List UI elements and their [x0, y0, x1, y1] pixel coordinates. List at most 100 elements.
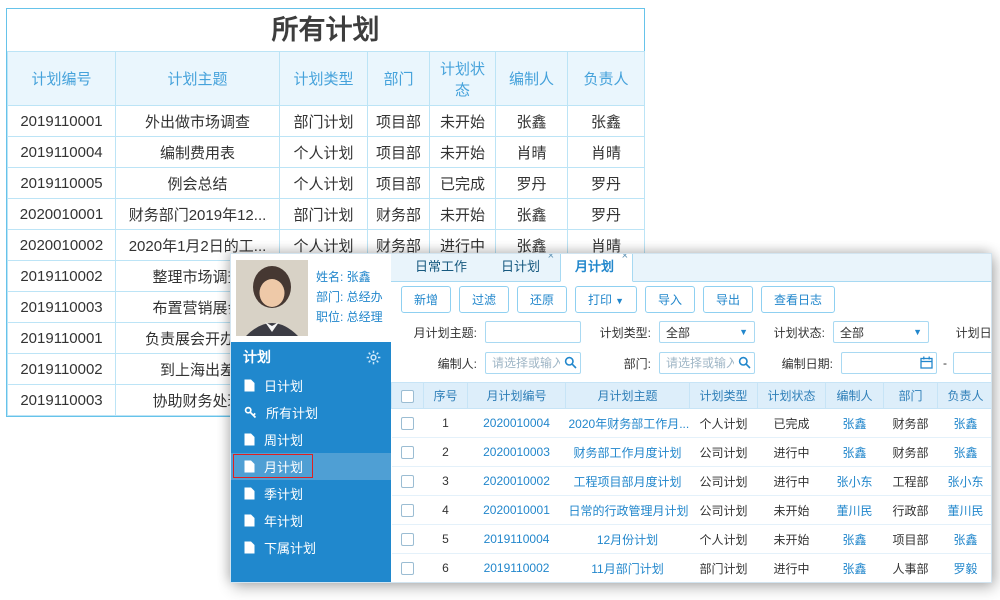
plan-table-cell: 1: [423, 408, 468, 438]
bg-table-cell: 2019110003: [7, 384, 116, 416]
plan-table-link-cell[interactable]: 11月部门计划: [565, 553, 690, 582]
plan-table-link-cell[interactable]: 2019110004: [467, 524, 566, 554]
plan-table-link-cell[interactable]: 工程项目部月度计划: [565, 466, 690, 496]
plan-table-link-cell[interactable]: 财务部工作月度计划: [565, 437, 690, 467]
calendar-icon[interactable]: [920, 356, 933, 369]
plan-table-cell: 部门计划: [689, 553, 758, 582]
plan-column-header: 月计划编号: [467, 382, 566, 409]
row-checkbox[interactable]: [401, 446, 414, 460]
bg-column-header: 计划状态: [429, 51, 496, 106]
search-icon[interactable]: [738, 356, 751, 369]
plan-table-link-cell[interactable]: 张鑫: [825, 408, 884, 438]
plan-table-link-cell[interactable]: 12月份计划: [565, 524, 690, 554]
gear-icon[interactable]: [366, 350, 381, 365]
bg-table-cell: 未开始: [429, 198, 496, 230]
bg-table-cell: 部门计划: [279, 105, 368, 137]
plan-table-link-cell[interactable]: 2019110002: [467, 553, 566, 582]
chevron-down-icon: ▼: [913, 327, 922, 337]
plan-column-header: 计划类型: [689, 382, 758, 409]
chevron-down-icon: ▼: [739, 327, 748, 337]
filter-panel: 月计划主题: 计划类型: 全部 ▼ 计划状态: 全部 ▼ 计划日期:: [391, 316, 991, 382]
row-checkbox[interactable]: [401, 475, 414, 489]
row-checkbox[interactable]: [401, 533, 414, 547]
sidebar-item[interactable]: 周计划: [231, 426, 391, 453]
bg-table-cell: 罗丹: [567, 198, 645, 230]
plan-table-link-cell[interactable]: 2020010003: [467, 437, 566, 467]
plan-table-link-cell[interactable]: 张鑫: [825, 524, 884, 554]
plan-table-link-cell[interactable]: 张小东: [825, 466, 884, 496]
plan-table-row: 4 2020010001 日常的行政管理月计划 公司计划 未开始 董川民 行政部 董川民: [391, 495, 991, 525]
select-all-checkbox[interactable]: [401, 389, 414, 403]
toolbar-button[interactable]: 过滤: [459, 285, 510, 313]
search-icon[interactable]: [564, 356, 577, 369]
plan-column-header: 序号: [423, 382, 468, 409]
sidebar: 计划 日计划 所有计划 周计划月计划季计划年计划下属计划: [231, 342, 391, 582]
sidebar-item[interactable]: 日计划: [231, 372, 391, 399]
bg-table-cell: 2019110003: [7, 291, 116, 323]
plan-table-link-cell[interactable]: 董川民: [825, 495, 884, 525]
plan-table-cell: 进行中: [757, 466, 826, 496]
bg-table-cell: 未开始: [429, 136, 496, 168]
sidebar-item[interactable]: 所有计划: [231, 399, 391, 426]
plan-table-link-cell[interactable]: 张小东: [937, 466, 991, 496]
row-checkbox[interactable]: [401, 417, 414, 431]
right-panel: 日常工作 日计划 × 月计划 × 新增 过滤 还原 打印 ▼ 导入 导出 查看日志 月计划主题: 计划…: [391, 254, 991, 582]
sidebar-item[interactable]: 年计划: [231, 507, 391, 534]
plan-table-link-cell[interactable]: 张鑫: [937, 437, 991, 467]
bg-column-header: 部门: [367, 51, 430, 106]
filter-row-1: 月计划主题: 计划类型: 全部 ▼ 计划状态: 全部 ▼ 计划日期:: [401, 320, 991, 344]
plan-table-link-cell[interactable]: 日常的行政管理月计划: [565, 495, 690, 525]
plan-table-link-cell[interactable]: 2020年财务部工作月...: [565, 408, 690, 438]
sidebar-item[interactable]: 季计划: [231, 480, 391, 507]
type-filter-select[interactable]: 全部 ▼: [659, 321, 755, 343]
toolbar-button[interactable]: 还原: [517, 285, 568, 313]
sidebar-title: 计划: [243, 349, 271, 365]
tab[interactable]: 日常工作: [401, 254, 485, 281]
tab-label: 月计划: [575, 259, 615, 274]
file-icon: [244, 460, 255, 473]
bg-table-cell: 2019110002: [7, 353, 116, 385]
sidebar-item[interactable]: 下属计划: [231, 534, 391, 561]
checkbox-cell: [391, 408, 424, 438]
plan-table-cell: 6: [423, 553, 468, 582]
plan-table-cell: 3: [423, 466, 468, 496]
compile-date-end-input[interactable]: [953, 352, 991, 374]
bg-table-cell: 2019110005: [7, 167, 116, 199]
toolbar-button[interactable]: 导入: [644, 285, 695, 313]
toolbar-button[interactable]: 打印 ▼: [575, 285, 637, 313]
plan-table-cell: 未开始: [757, 495, 826, 525]
toolbar-button[interactable]: 查看日志: [761, 285, 836, 313]
toolbar-button[interactable]: 导出: [703, 285, 754, 313]
row-checkbox[interactable]: [401, 504, 414, 518]
plan-table-link-cell[interactable]: 张鑫: [937, 524, 991, 554]
bg-table-cell: 2019110004: [7, 136, 116, 168]
tab-close-icon[interactable]: ×: [622, 254, 628, 262]
tab[interactable]: 月计划 ×: [560, 254, 634, 282]
sidebar-item[interactable]: 月计划: [231, 453, 391, 480]
bg-table-cell: 张鑫: [495, 105, 568, 137]
plan-column-header: 编制人: [825, 382, 884, 409]
bg-table-cell: 张鑫: [495, 198, 568, 230]
sidebar-item-label: 年计划: [264, 514, 304, 529]
bg-table-row: 2020010001 财务部门2019年12... 部门计划 财务部 未开始 张鑫 罗丹: [7, 198, 645, 230]
plan-table-cell: 公司计划: [689, 466, 758, 496]
plan-table-link-cell[interactable]: 2020010004: [467, 408, 566, 438]
plan-table-link-cell[interactable]: 罗毅: [937, 553, 991, 582]
tab[interactable]: 日计划 ×: [487, 254, 558, 281]
plan-table-link-cell[interactable]: 张鑫: [825, 553, 884, 582]
bg-table-row: 2019110004 编制费用表 个人计划 项目部 未开始 肖晴 肖晴: [7, 136, 645, 168]
plan-table-link-cell[interactable]: 2020010002: [467, 466, 566, 496]
plan-table-link-cell[interactable]: 2020010001: [467, 495, 566, 525]
plan-table-link-cell[interactable]: 董川民: [937, 495, 991, 525]
subject-filter-input[interactable]: [485, 321, 581, 343]
sidebar-item-label: 月计划: [264, 460, 304, 475]
plan-table: 序号 月计划编号 月计划主题 计划类型 计划状态 编制人 部门 负责人 1 2020010004…: [391, 382, 991, 582]
row-checkbox[interactable]: [401, 562, 414, 576]
tab-close-icon[interactable]: ×: [548, 254, 554, 262]
bg-table-cell: 编制费用表: [115, 136, 280, 168]
plan-table-link-cell[interactable]: 张鑫: [937, 408, 991, 438]
bg-table-cell: 财务部门2019年12...: [115, 198, 280, 230]
plan-table-link-cell[interactable]: 张鑫: [825, 437, 884, 467]
status-filter-select[interactable]: 全部 ▼: [833, 321, 929, 343]
toolbar-button[interactable]: 新增: [401, 285, 452, 313]
